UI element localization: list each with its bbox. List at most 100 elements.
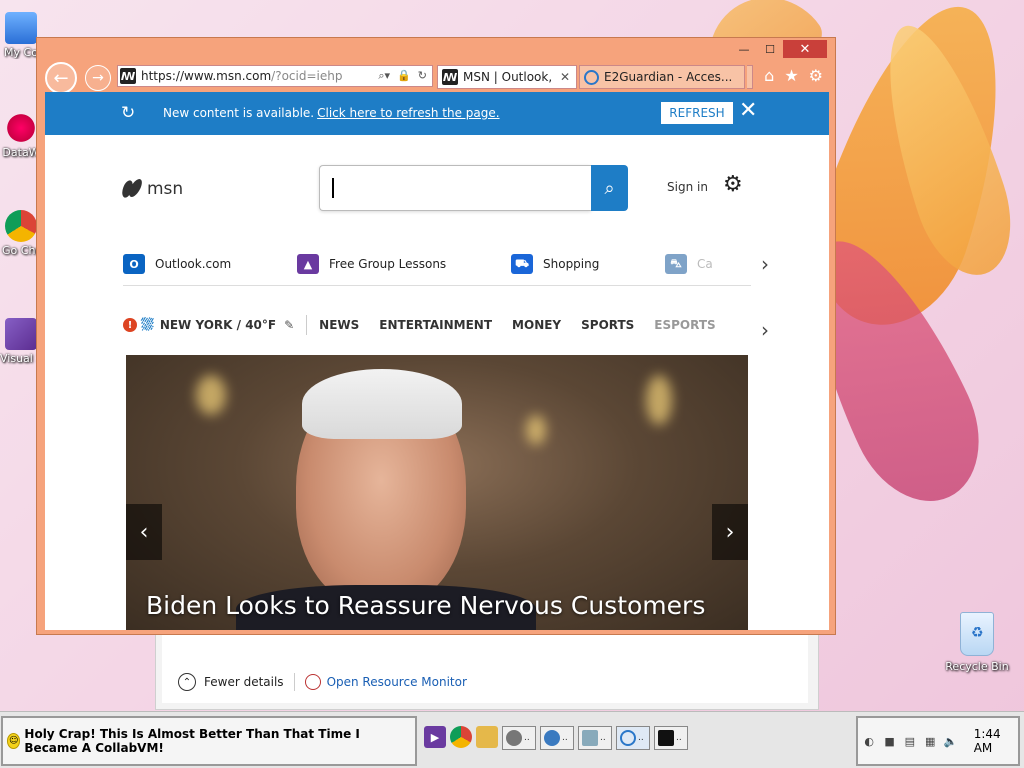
nav-esports[interactable]: ESPORTS <box>654 318 715 332</box>
notification-text: New content is available. <box>163 106 315 120</box>
taskbar-window-button[interactable]: .. <box>578 726 612 750</box>
weather-location[interactable]: NEW YORK / 40°F <box>160 318 276 332</box>
chevron-right-icon[interactable]: › <box>761 318 769 342</box>
search-dropdown-icon[interactable]: ⌕▾ <box>378 69 390 83</box>
new-tab-button[interactable] <box>747 65 753 89</box>
nav-news[interactable]: NEWS <box>319 318 359 332</box>
divider <box>293 673 295 691</box>
close-button[interactable]: ✕ <box>783 40 827 58</box>
task-manager-window: ⌃ Fewer details Open Resource Monitor <box>155 630 819 710</box>
quicklink-shopping[interactable]: ⛟ Shopping <box>511 254 599 274</box>
visual-studio-icon <box>5 318 37 350</box>
forward-button[interactable]: → <box>85 65 111 91</box>
car-icon: ⛍ <box>665 254 687 274</box>
taskbar-window-button[interactable]: .. <box>654 726 688 750</box>
search-input[interactable] <box>319 165 591 211</box>
chevron-right-icon: › <box>725 519 735 545</box>
maximize-button[interactable]: ☐ <box>757 40 783 58</box>
address-controls: ⌕▾ 🔒 ↻ <box>378 69 432 83</box>
start-button[interactable]: ☺ Holy Crap! This Is Almost Better Than … <box>1 716 417 766</box>
folder-icon[interactable] <box>476 726 498 748</box>
start-button-label: Holy Crap! This Is Almost Better Than Th… <box>24 727 360 755</box>
taskbar-window-button[interactable]: .. <box>502 726 536 750</box>
chrome-icon <box>5 210 37 242</box>
refresh-notification-bar: ↻ New content is available. Click here to… <box>45 92 829 135</box>
sign-in-link[interactable]: Sign in <box>667 180 708 194</box>
chevron-right-icon[interactable]: › <box>761 252 769 276</box>
close-icon[interactable]: ✕ <box>739 98 757 123</box>
desktop-icon-recycle-bin[interactable]: ♻ Recycle Bin <box>942 612 1012 673</box>
terminal-icon <box>658 730 674 746</box>
stop-icon[interactable]: ■ <box>882 733 896 749</box>
resource-monitor-icon <box>304 674 321 690</box>
nav-money[interactable]: MONEY <box>512 318 561 332</box>
address-bar[interactable]: ꟿ https://www.msn.com/?ocid=iehp ⌕▾ 🔒 ↻ <box>117 65 433 87</box>
chevron-left-icon: ‹ <box>139 519 149 545</box>
hero-photo-light <box>526 415 546 445</box>
tab-title: E2Guardian - Acces... <box>604 70 733 84</box>
fewer-details-button[interactable]: ⌃ Fewer details <box>178 673 284 691</box>
refresh-button[interactable]: REFRESH <box>661 102 733 124</box>
refresh-page-link[interactable]: Click here to refresh the page. <box>317 106 499 120</box>
rain-icon: ⛆ <box>141 315 154 334</box>
pencil-icon[interactable]: ✎ <box>284 318 294 332</box>
msn-butterfly-icon <box>123 178 141 200</box>
carousel-next-button[interactable]: › <box>712 504 748 560</box>
address-path: /?ocid=iehp <box>271 69 343 83</box>
document-error-icon[interactable]: ▤ <box>903 733 917 749</box>
graduation-cap-icon: ▲ <box>297 254 319 274</box>
settings-gear-icon[interactable]: ⚙ <box>809 66 823 85</box>
quicklink-cars[interactable]: ⛍ Ca <box>665 254 713 274</box>
task-manager-footer: ⌃ Fewer details Open Resource Monitor <box>178 673 467 691</box>
msn-logo[interactable]: msn <box>123 178 183 200</box>
arrow-right-icon: → <box>92 70 104 86</box>
search-button[interactable]: ⌕ <box>591 165 628 211</box>
refresh-icon[interactable]: ↻ <box>418 69 427 83</box>
tab-msn[interactable]: ꟿ MSN | Outlook, ... ✕ <box>437 65 577 89</box>
clock[interactable]: 1:44 AM <box>974 727 1018 755</box>
hero-photo-light <box>196 375 226 415</box>
nav-entertainment[interactable]: ENTERTAINMENT <box>379 318 492 332</box>
hero-carousel[interactable]: ‹ › Biden Looks to Reassure Nervous Cust… <box>126 355 748 630</box>
fewer-details-label: Fewer details <box>204 675 284 689</box>
notification-message: New content is available. Click here to r… <box>163 106 500 120</box>
circle-icon[interactable]: ◐ <box>862 733 876 749</box>
favorites-star-icon[interactable]: ★ <box>784 66 798 85</box>
open-resource-monitor-label: Open Resource Monitor <box>326 675 467 689</box>
smiley-icon: ☺ <box>7 733 21 749</box>
tab-e2guardian[interactable]: E2Guardian - Acces... <box>579 65 745 89</box>
taskbar-window-button[interactable]: .. <box>616 726 650 750</box>
msn-favicon-icon: ꟿ <box>442 69 458 85</box>
open-resource-monitor-link[interactable]: Open Resource Monitor <box>304 674 467 690</box>
visual-studio-icon[interactable]: ▶ <box>424 726 446 748</box>
desktop-icon-label: Recycle Bin <box>945 660 1009 673</box>
gear-icon[interactable]: ⚙ <box>723 172 743 197</box>
chevron-up-icon: ⌃ <box>178 673 196 691</box>
datawave-icon <box>5 112 37 144</box>
network-icon[interactable]: ▦ <box>923 733 937 749</box>
nav-sports[interactable]: SPORTS <box>581 318 634 332</box>
taskbar: ☺ Holy Crap! This Is Almost Better Than … <box>0 711 1024 768</box>
text-caret <box>332 178 334 198</box>
back-button[interactable]: ← <box>45 62 77 94</box>
hero-headline[interactable]: Biden Looks to Reassure Nervous Customer… <box>146 591 705 620</box>
outlook-icon: O <box>123 254 145 274</box>
recycle-bin-icon: ♻ <box>960 612 994 656</box>
browser-toolbar: ⌂ ★ ⚙ <box>764 66 823 85</box>
window-controls: — ☐ ✕ <box>731 40 827 58</box>
minimize-button[interactable]: — <box>731 40 757 58</box>
lock-icon[interactable]: 🔒 <box>397 69 411 83</box>
taskbar-window-button[interactable]: .. <box>540 726 574 750</box>
quicklink-free-group-lessons[interactable]: ▲ Free Group Lessons <box>297 254 446 274</box>
app-icon <box>506 730 522 746</box>
carousel-prev-button[interactable]: ‹ <box>126 504 162 560</box>
ie-favicon-icon <box>584 69 599 85</box>
volume-icon[interactable]: 🔈 <box>943 733 958 749</box>
page-content: ↻ New content is available. Click here to… <box>45 92 829 630</box>
chrome-icon[interactable] <box>450 726 472 748</box>
quicklink-outlook[interactable]: O Outlook.com <box>123 254 231 274</box>
tab-close-icon[interactable]: ✕ <box>560 70 570 84</box>
home-icon[interactable]: ⌂ <box>764 66 774 85</box>
weather-alert-icon[interactable]: ! <box>123 318 137 332</box>
arrow-left-icon: ← <box>53 67 69 89</box>
